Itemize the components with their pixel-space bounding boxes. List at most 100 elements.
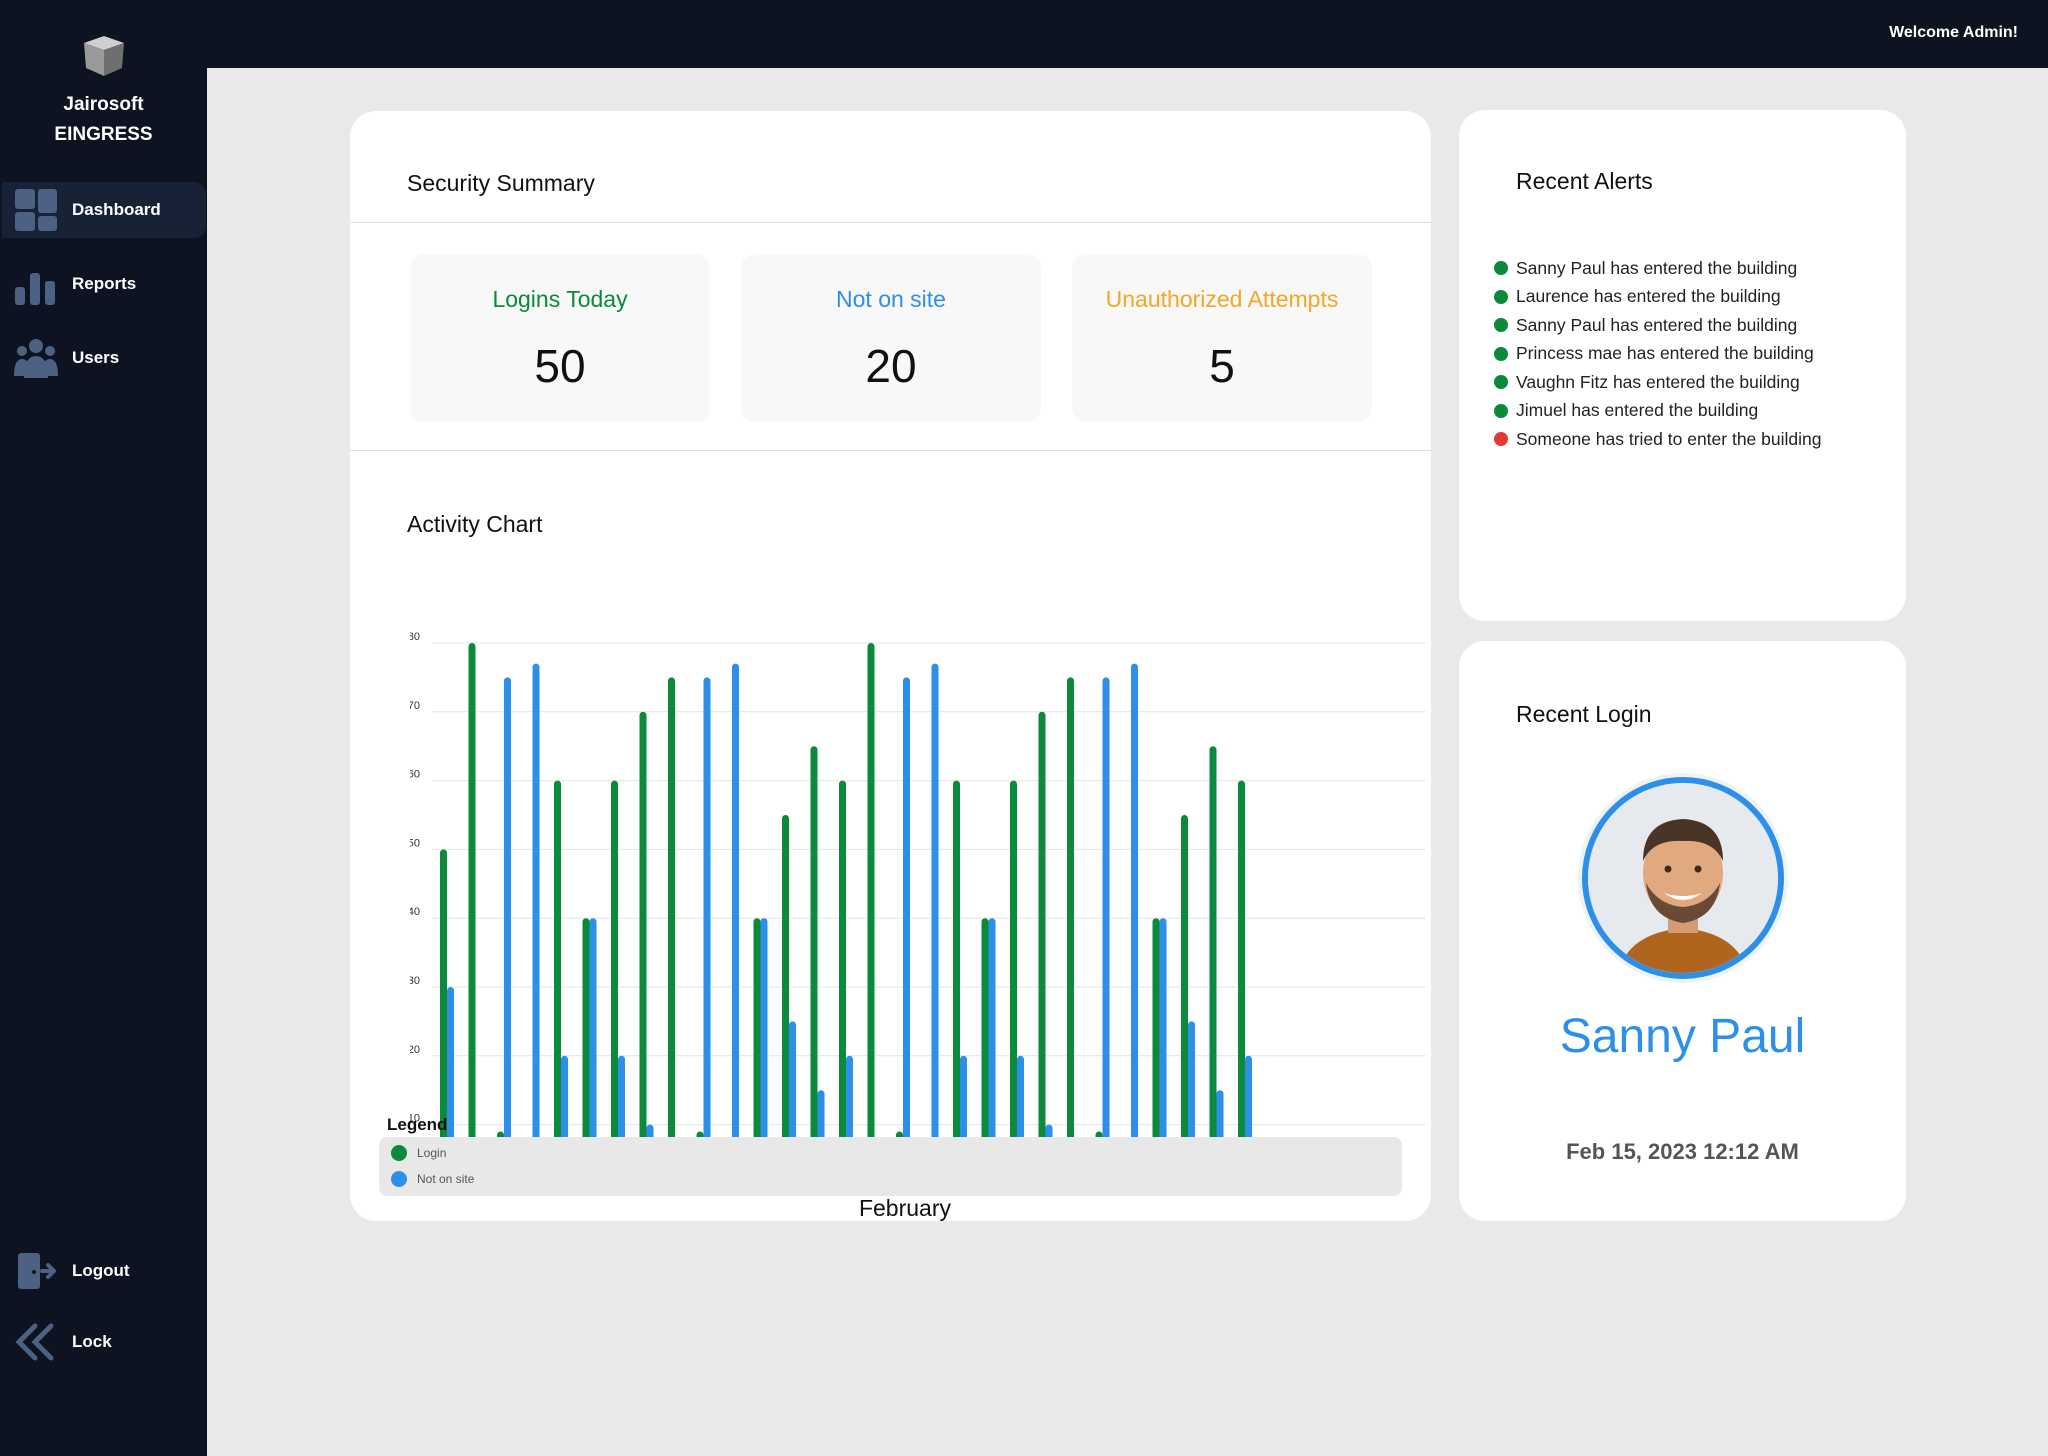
y-tick-label: 50	[410, 837, 420, 849]
bar-login	[1038, 711, 1046, 1159]
x-axis-label: February	[859, 1195, 952, 1221]
bar-chart-icon	[14, 262, 58, 306]
bar-login	[867, 643, 875, 1159]
y-tick-label: 60	[410, 769, 420, 781]
recent-login-name: Sanny Paul	[1559, 1010, 1806, 1063]
bar-login	[1209, 746, 1217, 1159]
sidebar-item-users[interactable]: Users	[2, 330, 206, 386]
bar-not-on-site	[532, 663, 540, 1159]
stat-label: Not on site	[836, 286, 946, 312]
y-tick-label: 20	[410, 1044, 420, 1056]
brand: Jairosoft EINGRESS	[0, 32, 207, 150]
bar-not-on-site	[447, 987, 454, 1159]
sidebar-item-label: Reports	[72, 274, 137, 293]
y-tick-label: 70	[410, 700, 420, 712]
alert-text: Vaughn Fitz has entered the building	[1516, 371, 1800, 392]
bar-not-on-site	[760, 918, 768, 1159]
bar-login	[1238, 780, 1245, 1159]
bar-not-on-site	[732, 663, 739, 1159]
activity-chart-title: Activity Chart	[407, 511, 543, 537]
welcome-text: Welcome Admin!	[1889, 24, 2018, 41]
stat-value: 50	[534, 340, 586, 392]
legend: Login Not on site	[379, 1137, 1402, 1196]
alert-text: Jimuel has entered the building	[1516, 400, 1759, 421]
bar-login	[611, 780, 618, 1159]
security-summary-title: Security Summary	[407, 170, 595, 196]
alert-text: Princess mae has entered the building	[1516, 343, 1814, 364]
bar-login	[440, 849, 447, 1159]
bar-not-on-site	[504, 677, 511, 1159]
recent-alerts-card: Recent Alerts Sanny Paul has entered the…	[1459, 110, 1906, 621]
sidebar-item-label: Dashboard	[72, 200, 161, 219]
legend-swatch	[391, 1145, 407, 1161]
bar-not-on-site	[589, 918, 597, 1159]
alert-status-dot	[1494, 318, 1508, 333]
alert-status-dot	[1494, 432, 1508, 447]
stat-logins-today: Logins Today 50	[410, 254, 710, 422]
alert-text: Sanny Paul has entered the building	[1516, 314, 1798, 335]
alert-item: Someone has tried to enter the building	[1494, 425, 1821, 454]
alert-item: Jimuel has entered the building	[1494, 397, 1821, 426]
stat-label: Logins Today	[492, 286, 628, 312]
bar-not-on-site	[703, 677, 711, 1159]
divider	[350, 222, 1431, 223]
sidebar-item-label: Lock	[72, 1332, 112, 1351]
legend-item-login: Login	[391, 1145, 446, 1161]
sidebar-item-label: Users	[72, 348, 120, 367]
divider	[350, 450, 1431, 451]
sidebar-item-label: Logout	[72, 1261, 130, 1280]
alert-text: Someone has tried to enter the building	[1516, 428, 1822, 449]
legend-label: Not on site	[417, 1172, 475, 1186]
double-chevron-left-icon	[14, 1320, 58, 1364]
legend-title: Legend	[387, 1115, 448, 1134]
cube-logo-icon	[83, 36, 124, 76]
alert-status-dot	[1494, 261, 1508, 276]
alert-status-dot	[1494, 289, 1508, 304]
y-tick-label: 40	[410, 906, 420, 918]
bar-login	[468, 643, 476, 1159]
bar-not-on-site	[1131, 663, 1138, 1159]
bar-login	[753, 918, 761, 1159]
bar-not-on-site	[903, 677, 910, 1159]
recent-login-card: Recent Login Sanny Paul Feb 15, 2023 12:…	[1459, 641, 1906, 1221]
bar-login	[953, 780, 960, 1159]
bar-login	[810, 746, 818, 1159]
y-tick-label: 80	[410, 631, 420, 643]
bar-login	[981, 918, 989, 1159]
user-photo-icon	[1588, 783, 1778, 973]
alert-status-dot	[1494, 403, 1508, 418]
bar-login	[668, 677, 675, 1159]
sidebar-item-reports[interactable]: Reports	[2, 256, 206, 312]
recent-login-timestamp: Feb 15, 2023 12:12 AM	[1566, 1139, 1799, 1164]
logout-icon	[14, 1249, 58, 1293]
legend-label: Login	[417, 1146, 447, 1160]
alert-status-dot	[1494, 375, 1508, 390]
alert-list: Sanny Paul has entered the building Laure…	[1494, 254, 1821, 454]
bar-login	[639, 711, 647, 1159]
brand-product: EINGRESS	[54, 124, 153, 145]
alert-text: Laurence has entered the building	[1516, 286, 1781, 307]
alert-status-dot	[1494, 346, 1508, 361]
stat-unauthorized-attempts: Unauthorized Attempts 5	[1072, 254, 1372, 422]
bar-login	[554, 780, 561, 1159]
security-summary-card: Security Summary Logins Today 50 Not on …	[350, 111, 1431, 1221]
sidebar-item-lock[interactable]: Lock	[2, 1314, 206, 1370]
bar-not-on-site	[1102, 677, 1110, 1159]
bar-not-on-site	[1159, 918, 1167, 1159]
bar-login	[582, 918, 590, 1159]
stat-value: 20	[865, 340, 917, 392]
sidebar-item-logout[interactable]: Logout	[2, 1243, 206, 1299]
alert-item: Vaughn Fitz has entered the building	[1494, 368, 1821, 397]
brand-name: Jairosoft	[63, 94, 144, 115]
sidebar: Jairosoft EINGRESS Dashboard Reports Use…	[0, 0, 207, 1456]
bar-login	[1152, 918, 1160, 1159]
alert-text: Sanny Paul has entered the building	[1516, 257, 1798, 278]
bar-not-on-site	[988, 918, 996, 1159]
bar-login	[839, 780, 846, 1159]
topbar: Welcome Admin!	[207, 0, 2048, 68]
bar-not-on-site	[931, 663, 939, 1159]
sidebar-item-dashboard[interactable]: Dashboard	[2, 182, 206, 238]
recent-login-title: Recent Login	[1516, 701, 1652, 727]
dashboard-icon	[14, 188, 58, 232]
y-tick-label: 30	[410, 975, 420, 987]
